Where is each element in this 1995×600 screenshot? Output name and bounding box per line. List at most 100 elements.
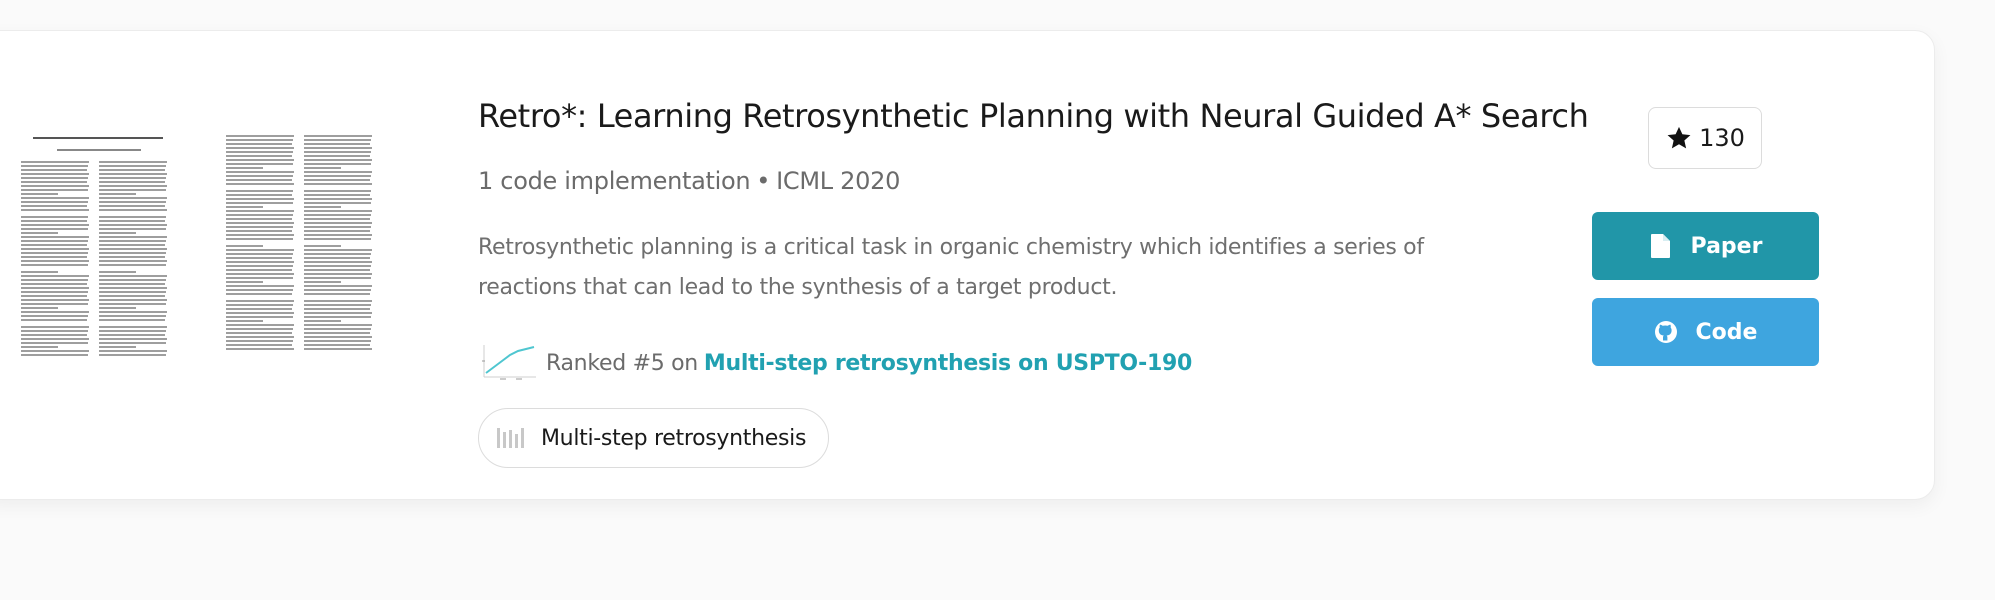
- page-text-line: [21, 307, 59, 309]
- page-text-line: [99, 252, 166, 254]
- page-text-line: [21, 342, 88, 344]
- page-text-line: [304, 293, 370, 295]
- page-text-line: [21, 299, 89, 301]
- page-text-line: [226, 304, 293, 306]
- page-text-line: [304, 316, 371, 318]
- page-text-line: [99, 240, 166, 242]
- page-text-line: [304, 202, 371, 204]
- page-text-line: [226, 324, 294, 326]
- page-text-line: [226, 238, 293, 240]
- page-text-line: [304, 159, 372, 161]
- page-text-line: [304, 245, 342, 247]
- page-text-line: [99, 271, 137, 273]
- page-text-line: [21, 264, 88, 266]
- page-text-line: [304, 340, 371, 342]
- page-text-line: [226, 147, 294, 149]
- code-implementations-count[interactable]: 1 code implementation: [478, 167, 751, 195]
- page-text-line: [21, 161, 89, 163]
- page-text-line: [304, 281, 342, 283]
- page-text-line: [21, 252, 88, 254]
- page-text-line: [21, 275, 89, 277]
- page-text-line: [226, 265, 293, 267]
- paper-button[interactable]: Paper: [1592, 212, 1819, 280]
- page-text-line: [304, 175, 371, 177]
- page-text-line: [99, 299, 167, 301]
- page-text-line: [226, 273, 294, 275]
- page-text-line: [21, 334, 87, 336]
- page-title-line: [33, 137, 163, 139]
- page-text-line: [99, 291, 166, 293]
- benchmark-link[interactable]: Multi-step retrosynthesis on USPTO-190: [704, 351, 1192, 376]
- star-count-badge[interactable]: 130: [1648, 107, 1762, 169]
- page-text-line: [226, 202, 293, 204]
- page-text-line: [304, 324, 372, 326]
- paper-meta: 1 code implementation • ICML 2020: [478, 167, 900, 195]
- page-text-line: [226, 230, 292, 232]
- page-text-line: [21, 330, 88, 332]
- page-text-line: [304, 261, 372, 263]
- page-text-line: [99, 193, 137, 195]
- page-text-line: [226, 234, 294, 236]
- page-text-line: [304, 147, 372, 149]
- page-text-line: [226, 214, 293, 216]
- page-text-line: [21, 197, 89, 199]
- page-text-line: [21, 311, 89, 313]
- page-text-line: [226, 171, 294, 173]
- page-text-line: [304, 226, 371, 228]
- page-text-line: [21, 189, 88, 191]
- page-text-line: [99, 165, 166, 167]
- code-button[interactable]: Code: [1592, 298, 1819, 366]
- page-text-line: [304, 155, 370, 157]
- ranking-row: Ranked #5 on Multi-step retrosynthesis o…: [478, 343, 1192, 383]
- page-text-line: [99, 303, 166, 305]
- page-text-line: [304, 218, 370, 220]
- page-text-line: [304, 312, 372, 314]
- page-text-line: [99, 287, 167, 289]
- page-text-line: [304, 234, 372, 236]
- paper-thumbnail-page-1: [21, 131, 176, 361]
- page-author-line: [57, 149, 141, 151]
- page-text-line: [304, 257, 370, 259]
- paper-thumbnail[interactable]: [21, 131, 401, 361]
- page-text-line: [226, 210, 294, 212]
- page-text-line: [304, 332, 370, 334]
- page-text-line: [99, 342, 166, 344]
- page-text-line: [226, 163, 293, 165]
- page-text-line: [304, 328, 371, 330]
- page-text-line: [21, 236, 89, 238]
- page-text-line: [304, 190, 371, 192]
- page-text-line: [21, 209, 89, 211]
- page-text-line: [21, 283, 87, 285]
- page-text-line: [99, 201, 166, 203]
- page-text-line: [226, 312, 294, 314]
- page-text-line: [226, 316, 293, 318]
- sparkline-chart-icon: [482, 345, 536, 380]
- page-text-line: [21, 228, 88, 230]
- page-text-line: [226, 249, 294, 251]
- page-text-line: [21, 220, 87, 222]
- page-text-line: [21, 295, 87, 297]
- page-text-line: [226, 281, 264, 283]
- paper-title[interactable]: Retro*: Learning Retrosynthetic Planning…: [478, 97, 1589, 135]
- page-text-line: [226, 218, 292, 220]
- task-label: Multi-step retrosynthesis: [541, 425, 807, 451]
- task-tag[interactable]: Multi-step retrosynthesis: [478, 408, 830, 468]
- page-text-line: [226, 226, 293, 228]
- page-text-line: [99, 185, 167, 187]
- page-text-line: [226, 269, 292, 271]
- page-text-line: [99, 216, 166, 218]
- page-text-line: [226, 257, 292, 259]
- page-text-line: [99, 189, 166, 191]
- page-text-line: [99, 236, 167, 238]
- page-text-line: [99, 283, 165, 285]
- page-text-line: [99, 248, 167, 250]
- page-text-line: [304, 336, 372, 338]
- page-text-line: [304, 348, 372, 350]
- page-text-line: [99, 315, 166, 317]
- meta-separator: •: [756, 167, 771, 195]
- venue[interactable]: ICML 2020: [776, 167, 900, 195]
- page-text-line: [304, 167, 342, 169]
- page-text-line: [226, 159, 294, 161]
- page-text-line: [99, 256, 165, 258]
- page-text-line: [226, 253, 293, 255]
